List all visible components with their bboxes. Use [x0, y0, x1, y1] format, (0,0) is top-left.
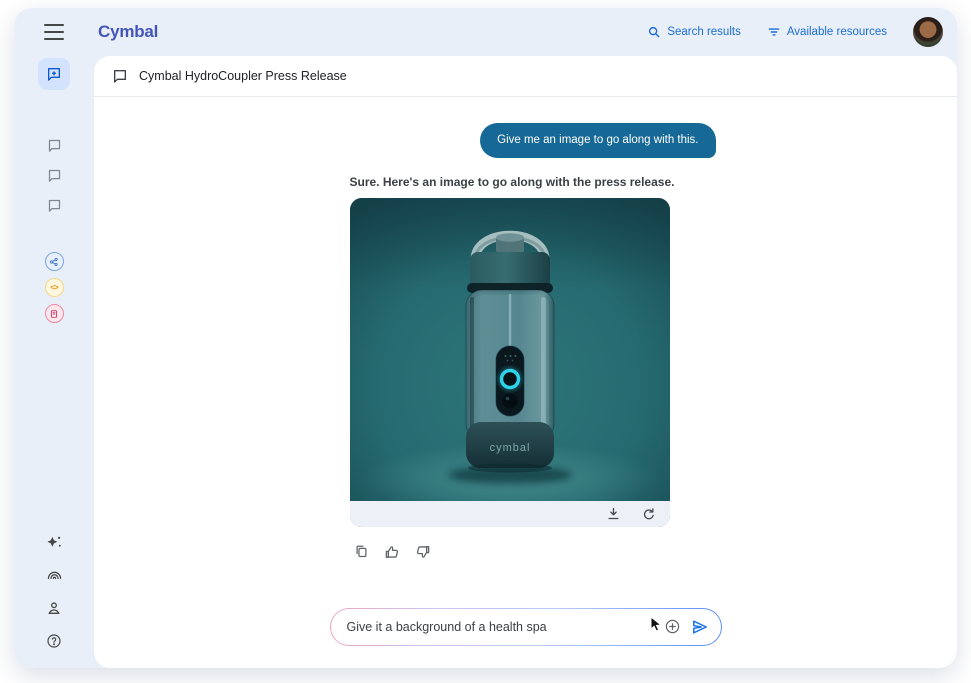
image-action-bar	[350, 501, 670, 527]
user-message-bubble: Give me an image to go along with this.	[480, 123, 715, 158]
menu-icon[interactable]	[44, 24, 64, 40]
app-logo[interactable]: Cymbal	[98, 22, 158, 42]
search-results-button[interactable]: Search results	[647, 25, 741, 39]
thumbs-up-icon[interactable]	[384, 544, 400, 560]
generated-image[interactable]: cymbal	[350, 198, 670, 501]
chat-title-icon	[112, 68, 128, 84]
thumbs-down-icon[interactable]	[415, 544, 431, 560]
send-icon[interactable]	[690, 617, 710, 637]
chat-thread: Give me an image to go along with this. …	[330, 123, 722, 646]
chat-title: Cymbal HydroCoupler Press Release	[139, 69, 347, 83]
docs-app-icon[interactable]	[45, 304, 64, 323]
chat-bubble-icon	[47, 138, 62, 153]
search-results-label: Search results	[667, 26, 741, 38]
user-avatar[interactable]	[913, 17, 943, 47]
app-window: <>	[14, 8, 957, 668]
filter-icon	[767, 25, 781, 39]
sidebar-item-chat-2[interactable]	[43, 164, 65, 186]
redo-icon[interactable]	[641, 506, 656, 521]
copy-icon[interactable]	[354, 544, 369, 559]
assistant-message-text: Sure. Here's an image to go along with t…	[330, 175, 722, 189]
chat-header: Cymbal HydroCoupler Press Release	[94, 56, 957, 97]
composer[interactable]	[330, 608, 722, 646]
top-bar: Cymbal Search results Available resource…	[94, 8, 957, 56]
person-icon[interactable]	[43, 597, 65, 619]
sidebar-app-shortcuts: <>	[45, 252, 64, 323]
composer-input[interactable]	[331, 620, 664, 634]
chat-panel: Cymbal HydroCoupler Press Release Give m…	[94, 56, 957, 668]
sidebar-bottom-group	[43, 531, 65, 652]
sidebar-chat-list	[43, 134, 65, 216]
code-app-icon[interactable]: <>	[45, 278, 64, 297]
help-icon[interactable]	[43, 630, 65, 652]
search-icon	[647, 25, 661, 39]
chat-bubble-icon	[47, 168, 62, 183]
bottle-brand-text: cymbal	[489, 442, 530, 454]
add-attachment-icon[interactable]	[664, 618, 681, 635]
chat-badge-icon	[46, 66, 62, 82]
message-actions	[330, 544, 722, 560]
available-resources-button[interactable]: Available resources	[767, 25, 887, 39]
sidebar-item-chat-3[interactable]	[43, 194, 65, 216]
available-resources-label: Available resources	[787, 26, 887, 38]
chat-bubble-icon	[47, 198, 62, 213]
sidebar-item-current-chat[interactable]	[38, 58, 70, 90]
download-icon[interactable]	[606, 506, 621, 521]
sidebar-rail: <>	[14, 8, 94, 668]
sidebar-item-chat-1[interactable]	[43, 134, 65, 156]
rainbow-arc-icon[interactable]	[43, 564, 65, 586]
generated-image-card: cymbal	[350, 198, 670, 527]
sparkle-icon[interactable]	[43, 531, 65, 553]
code-glyph: <>	[50, 283, 57, 292]
share-app-icon[interactable]	[45, 252, 64, 271]
